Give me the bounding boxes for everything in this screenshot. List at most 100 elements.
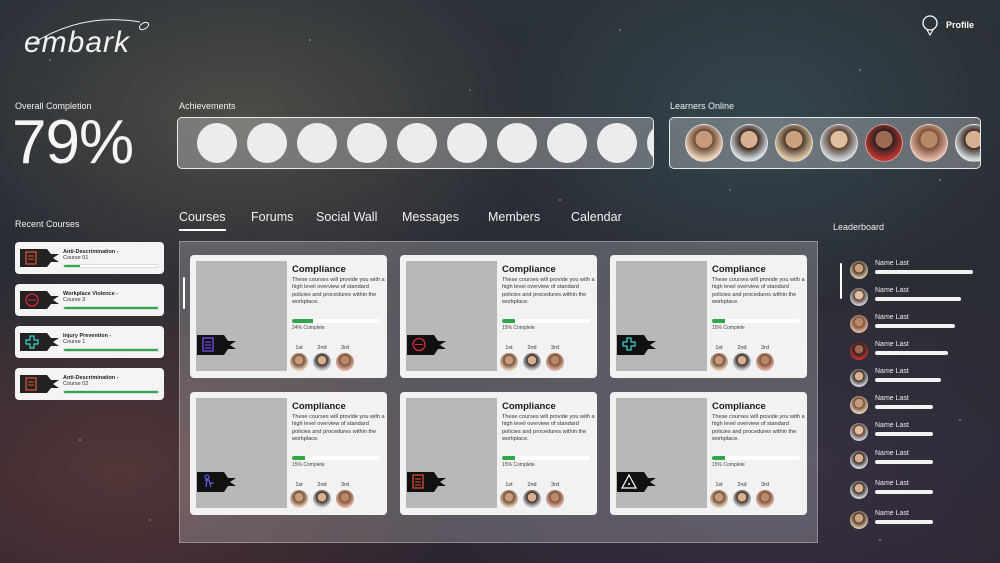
recent-course-progress xyxy=(63,306,159,310)
course-card[interactable]: Compliance These courses will provide yo… xyxy=(190,392,387,515)
leaderboard-name: Name Last xyxy=(875,450,909,457)
course-card[interactable]: Compliance These courses will provide yo… xyxy=(610,255,807,378)
avatar xyxy=(523,490,541,508)
learner-avatar[interactable] xyxy=(730,124,768,162)
achievement-badge[interactable] xyxy=(347,123,387,163)
app-logo[interactable]: embark xyxy=(22,14,152,59)
learners-online-strip[interactable] xyxy=(669,117,981,169)
leaderboard-row[interactable]: Name Last xyxy=(850,395,980,416)
learner-avatar[interactable] xyxy=(820,124,858,162)
avatar xyxy=(336,490,354,508)
progress-fill xyxy=(64,307,158,309)
rank-label: 3rd xyxy=(761,345,769,351)
rank-slot[interactable]: 1st xyxy=(500,482,518,508)
achievement-badge[interactable] xyxy=(197,123,237,163)
rank-slot[interactable]: 3rd xyxy=(546,345,564,371)
recent-course-item[interactable]: Anti-Descrimination - Course 02 xyxy=(15,368,164,400)
achievement-badge[interactable] xyxy=(547,123,587,163)
course-card[interactable]: Compliance These courses will provide yo… xyxy=(400,392,597,515)
avatar xyxy=(850,369,868,387)
learner-avatar[interactable] xyxy=(910,124,948,162)
achievement-badge[interactable] xyxy=(247,123,287,163)
rank-slot[interactable]: 1st xyxy=(710,482,728,508)
recent-courses-label: Recent Courses xyxy=(15,219,80,229)
rank-slot[interactable]: 2nd xyxy=(733,345,751,371)
course-percent: 15% Complete xyxy=(712,325,745,331)
learner-avatar[interactable] xyxy=(865,124,903,162)
rank-slot[interactable]: 2nd xyxy=(523,482,541,508)
course-progress xyxy=(502,319,590,323)
rank-slot[interactable]: 1st xyxy=(290,345,308,371)
course-card[interactable]: Compliance These courses will provide yo… xyxy=(190,255,387,378)
rank-slot[interactable]: 2nd xyxy=(733,482,751,508)
recent-course-item[interactable]: Workplace Violence - Course 3 xyxy=(15,284,164,316)
rank-slot[interactable]: 1st xyxy=(500,345,518,371)
tab-members[interactable]: Members xyxy=(488,210,540,224)
recent-course-item[interactable]: Injury Prevention - Course 1 xyxy=(15,326,164,358)
progress-fill xyxy=(712,319,726,323)
avatar xyxy=(756,353,774,371)
rank-slot[interactable]: 1st xyxy=(710,345,728,371)
course-percent: 24% Complete xyxy=(292,325,325,331)
course-description: These courses will provide you with a hi… xyxy=(712,277,805,306)
learner-avatar[interactable] xyxy=(955,124,980,162)
leaderboard-row[interactable]: Name Last xyxy=(850,368,980,389)
tab-social-wall[interactable]: Social Wall xyxy=(316,210,377,224)
rank-slot[interactable]: 3rd xyxy=(336,345,354,371)
rank-label: 2nd xyxy=(317,482,327,488)
achievement-badge[interactable] xyxy=(447,123,487,163)
rank-slot[interactable]: 2nd xyxy=(313,482,331,508)
leaderboard-row[interactable]: Name Last xyxy=(850,341,980,362)
tab-courses[interactable]: Courses xyxy=(179,210,226,231)
rank-slot[interactable]: 3rd xyxy=(756,482,774,508)
leaderboard-row[interactable]: Name Last xyxy=(850,510,980,531)
achievements-strip[interactable] xyxy=(177,117,654,169)
hazard-icon xyxy=(617,472,656,492)
achievement-badge[interactable] xyxy=(397,123,437,163)
learner-avatar[interactable] xyxy=(775,124,813,162)
leaderboard-name: Name Last xyxy=(875,314,909,321)
tab-messages[interactable]: Messages xyxy=(402,210,459,224)
rank-label: 2nd xyxy=(527,482,537,488)
leaderboard-row[interactable]: Name Last xyxy=(850,260,980,281)
courses-scrollbar[interactable] xyxy=(183,277,185,309)
leaderboard-score-bar xyxy=(875,520,933,524)
avatar xyxy=(710,490,728,508)
leaderboard-row[interactable]: Name Last xyxy=(850,422,980,443)
achievement-badge[interactable] xyxy=(497,123,537,163)
achievement-badge[interactable] xyxy=(597,123,637,163)
profile-label: Profile xyxy=(945,20,974,30)
profile-button[interactable]: Profile xyxy=(922,14,974,36)
course-card[interactable]: Compliance These courses will provide yo… xyxy=(400,255,597,378)
course-percent: 15% Complete xyxy=(712,462,745,468)
worker-icon xyxy=(197,472,236,492)
rank-slot[interactable]: 2nd xyxy=(313,345,331,371)
leaderboard-row[interactable]: Name Last xyxy=(850,287,980,308)
learner-avatar[interactable] xyxy=(685,124,723,162)
leaderboard-row[interactable]: Name Last xyxy=(850,450,980,471)
leaderboard-row[interactable]: Name Last xyxy=(850,480,980,501)
course-title: Compliance xyxy=(502,401,556,412)
rank-label: 1st xyxy=(295,482,303,488)
rank-label: 1st xyxy=(715,482,723,488)
achievement-badge[interactable] xyxy=(297,123,337,163)
rank-label: 2nd xyxy=(737,482,747,488)
leaderboard-score-bar xyxy=(875,405,933,409)
rank-slot[interactable]: 2nd xyxy=(523,345,541,371)
rank-slot[interactable]: 3rd xyxy=(336,482,354,508)
course-description: These courses will provide you with a hi… xyxy=(712,414,805,443)
document-icon xyxy=(20,249,59,267)
rank-slot[interactable]: 1st xyxy=(290,482,308,508)
rank-slot[interactable]: 3rd xyxy=(546,482,564,508)
achievement-badge[interactable] xyxy=(647,123,653,163)
course-card[interactable]: Compliance These courses will provide yo… xyxy=(610,392,807,515)
recent-course-subtitle: Course 1 xyxy=(63,339,86,345)
rank-slot[interactable]: 3rd xyxy=(756,345,774,371)
leaderboard-row[interactable]: Name Last xyxy=(850,314,980,335)
rank-label: 3rd xyxy=(341,482,349,488)
leaderboard-scrollbar[interactable] xyxy=(840,263,842,299)
tab-calendar[interactable]: Calendar xyxy=(571,210,622,224)
avatar xyxy=(733,490,751,508)
recent-course-item[interactable]: Anti-Descrimination - Course 01 xyxy=(15,242,164,274)
tab-forums[interactable]: Forums xyxy=(251,210,293,224)
